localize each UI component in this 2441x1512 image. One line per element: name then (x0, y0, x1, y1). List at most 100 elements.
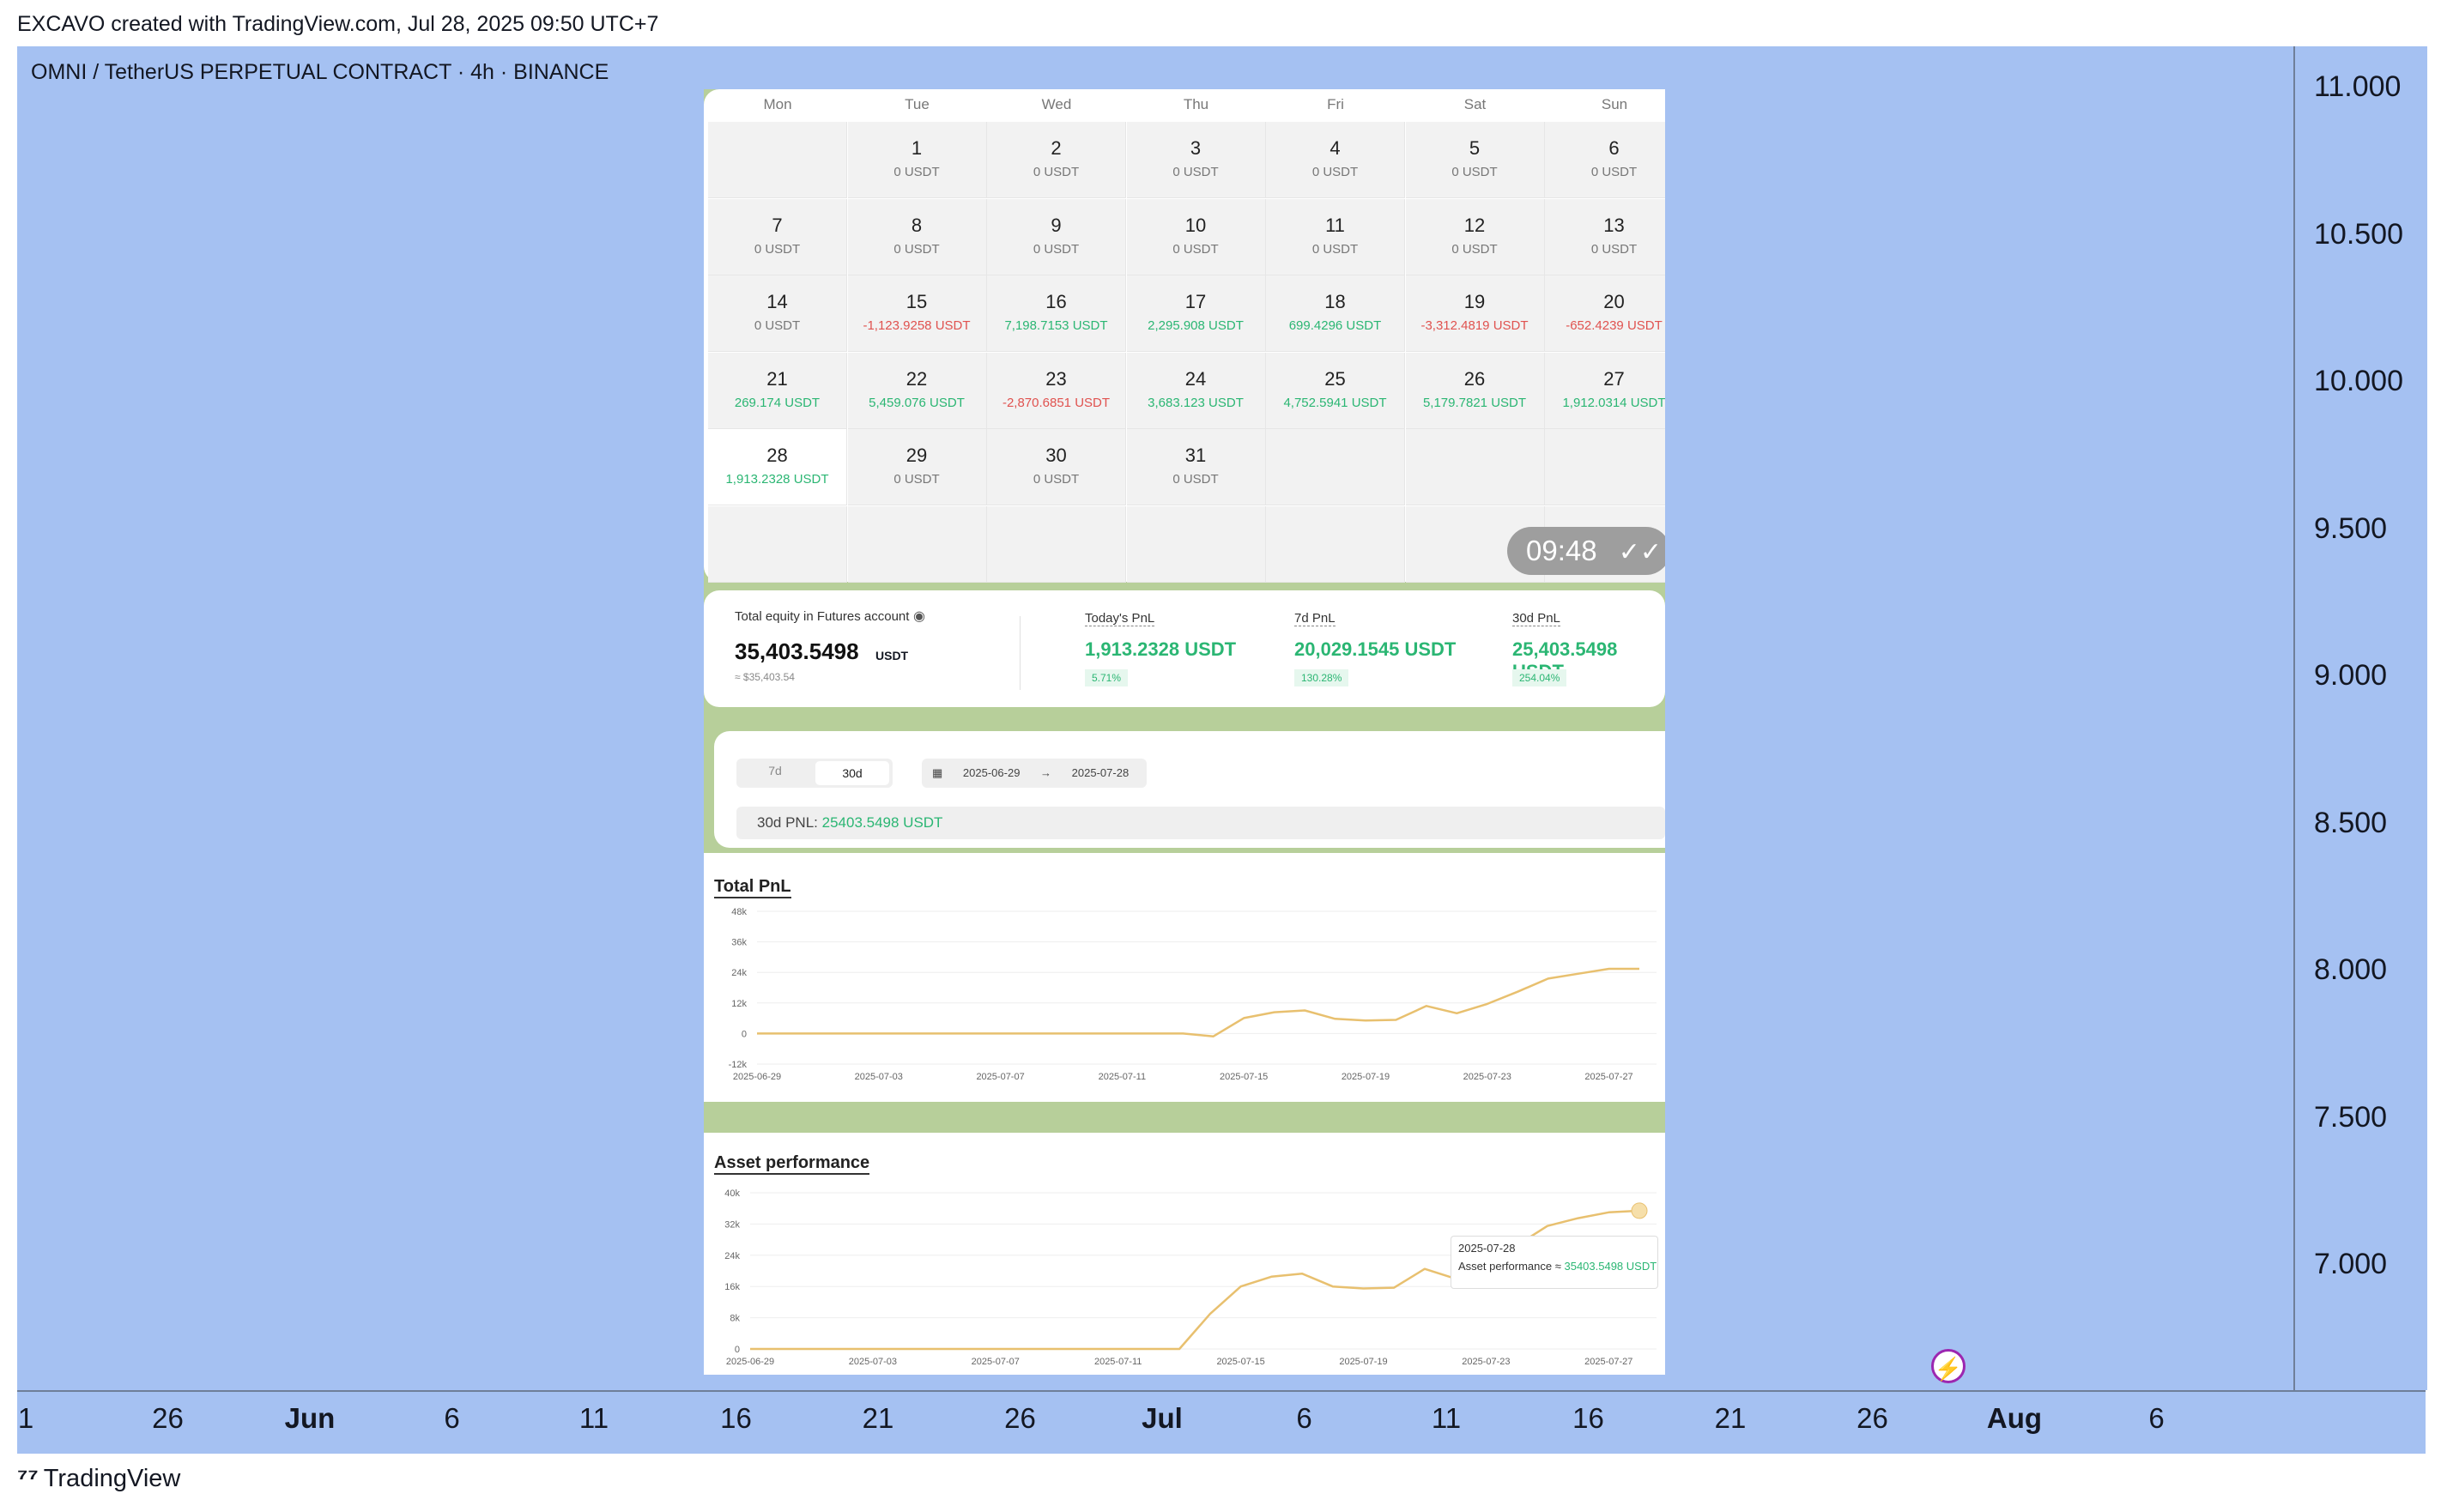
calendar-day[interactable]: 4 0 USDT (1266, 122, 1405, 198)
calendar-day[interactable]: 8 0 USDT (847, 198, 987, 275)
eye-icon[interactable]: ◉ (913, 608, 925, 625)
day-pnl: 0 USDT (1590, 241, 1638, 257)
calendar-day[interactable]: 3 0 USDT (1126, 122, 1266, 198)
period-7d[interactable]: 7d (738, 764, 812, 777)
calendar-day[interactable]: 30 0 USDT (987, 429, 1126, 505)
date-start: 2025-06-29 (962, 766, 1021, 779)
pnl-7d-percent: 130.28% (1294, 669, 1349, 686)
calendar-day[interactable]: 5 0 USDT (1405, 122, 1545, 198)
equity-unit: USDT (875, 649, 909, 662)
x-tick-label: 2025-07-03 (855, 1072, 903, 1082)
day-number: 23 (1045, 367, 1067, 390)
y-tick-label: 48k (731, 907, 747, 917)
calendar-day[interactable]: 29 0 USDT (847, 429, 987, 505)
calendar-day[interactable]: 22 5,459.076 USDT (847, 352, 987, 429)
calendar-empty-cell (708, 122, 847, 198)
day-pnl: 0 USDT (893, 472, 940, 487)
tradingview-logo[interactable]: ⁷⁷ TradingView (17, 1464, 180, 1493)
day-pnl: 7,198.7153 USDT (1004, 318, 1108, 333)
date-end: 2025-07-28 (1071, 766, 1130, 779)
calendar-empty-cell (1405, 429, 1545, 505)
calendar-day[interactable]: 28 1,913.2328 USDT (708, 429, 847, 505)
day-number: 20 (1603, 291, 1625, 312)
date-tick: 6 (444, 1402, 460, 1434)
period-30d[interactable]: 30d (815, 761, 889, 785)
attribution-text: EXCAVO created with TradingView.com, Jul… (17, 12, 659, 36)
x-tick-label: 2025-07-07 (976, 1072, 1024, 1082)
calendar-day[interactable]: 27 1,912.0314 USDT (1545, 352, 1665, 429)
day-pnl: -1,123.9258 USDT (863, 318, 971, 333)
calendar-day[interactable]: 15 -1,123.9258 USDT (847, 275, 987, 352)
time-axis[interactable]: 1 26 Jun 6 11 16 21 26 Jul 6 11 16 21 26 Aug 6 (17, 1390, 2426, 1454)
calendar-day[interactable]: 9 0 USDT (987, 198, 1126, 275)
chart-tooltip: 2025-07-28 Asset performance ≈ 35403.549… (1451, 1236, 1658, 1289)
day-pnl: 0 USDT (1172, 241, 1219, 257)
pnl-30d-label: 30d PnL (1512, 611, 1560, 626)
month-tick: Jun (284, 1402, 336, 1434)
pnl-calendar: Mon Tue Wed Thu Fri Sat Sun 1 0 USDT 2 0 USDT 3 0 US… (704, 89, 1665, 583)
date-tick: 21 (862, 1402, 894, 1434)
calendar-day[interactable]: 12 0 USDT (1405, 198, 1545, 275)
day-pnl: 2,295.908 USDT (1148, 318, 1244, 333)
price-tick: 11.000 (2314, 70, 2402, 103)
calendar-day[interactable]: 1 0 USDT (847, 122, 987, 198)
day-pnl: 4,752.5941 USDT (1283, 395, 1387, 410)
day-pnl: 5,459.076 USDT (869, 395, 965, 410)
x-tick-label: 2025-06-29 (733, 1072, 781, 1082)
symbol-title: OMNI / TetherUS PERPETUAL CONTRACT · 4h … (31, 60, 609, 84)
pnl-7d-label: 7d PnL (1294, 611, 1336, 626)
y-tick-label: 32k (724, 1219, 740, 1230)
y-tick-label: 24k (731, 968, 747, 978)
calendar-day[interactable]: 10 0 USDT (1126, 198, 1266, 275)
calendar-day[interactable]: 24 3,683.123 USDT (1126, 352, 1266, 429)
date-tick: 16 (1572, 1402, 1604, 1434)
day-pnl: 0 USDT (1311, 241, 1359, 257)
calendar-day[interactable]: 21 269.174 USDT (708, 352, 847, 429)
day-number: 18 (1324, 291, 1346, 312)
date-range-picker[interactable]: ▦ 2025-06-29 → 2025-07-28 (922, 759, 1147, 788)
calendar-day[interactable]: 18 699.4296 USDT (1266, 275, 1405, 352)
date-tick: 16 (720, 1402, 752, 1434)
calendar-day[interactable]: 11 0 USDT (1266, 198, 1405, 275)
weekday-header: Tue (905, 96, 930, 112)
day-number: 9 (1051, 214, 1062, 236)
y-tick-label: 12k (731, 999, 747, 1009)
day-number: 29 (906, 445, 928, 466)
calendar-day[interactable]: 20 -652.4239 USDT (1545, 275, 1665, 352)
date-tick: 26 (152, 1402, 184, 1434)
x-tick-label: 2025-07-19 (1339, 1357, 1387, 1367)
day-number: 11 (1325, 214, 1345, 236)
tooltip-label: Asset performance ≈ (1458, 1260, 1561, 1273)
range-filter-card: 7d 30d ▦ 2025-06-29 → 2025-07-28 30d PNL… (714, 731, 1665, 848)
day-pnl: 1,912.0314 USDT (1562, 395, 1665, 410)
price-tick: 7.500 (2314, 1100, 2388, 1134)
calendar-day[interactable]: 25 4,752.5941 USDT (1266, 352, 1405, 429)
day-number: 19 (1463, 291, 1486, 312)
calendar-day[interactable]: 6 0 USDT (1545, 122, 1665, 198)
day-pnl: 0 USDT (1033, 241, 1080, 257)
price-axis[interactable]: 11.000 10.500 10.000 9.500 9.000 8.500 8.000 7.… (2293, 46, 2427, 1390)
calendar-day[interactable]: 19 -3,312.4819 USDT (1405, 275, 1545, 352)
lightning-icon[interactable]: ⚡ (1931, 1349, 1966, 1383)
calendar-day[interactable]: 31 0 USDT (1126, 429, 1266, 505)
period-toggle[interactable]: 7d 30d (736, 759, 893, 788)
period-pnl-label: 30d PNL: (757, 814, 818, 831)
calendar-day[interactable]: 7 0 USDT (708, 198, 847, 275)
weekday-header: Thu (1183, 96, 1209, 112)
calendar-day[interactable]: 16 7,198.7153 USDT (987, 275, 1126, 352)
calendar-day[interactable]: 17 2,295.908 USDT (1126, 275, 1266, 352)
x-tick-label: 2025-07-15 (1216, 1357, 1264, 1367)
double-check-icon: ✓✓ (1618, 538, 1663, 566)
y-tick-label: 40k (724, 1188, 740, 1199)
date-tick: 21 (1714, 1402, 1747, 1434)
calendar-day[interactable]: 2 0 USDT (987, 122, 1126, 198)
day-pnl: 0 USDT (1033, 472, 1080, 487)
month-tick: Jul (1142, 1402, 1183, 1434)
date-tick: 6 (1296, 1402, 1312, 1434)
day-number: 5 (1469, 137, 1481, 159)
calendar-day[interactable]: 23 -2,870.6851 USDT (987, 352, 1126, 429)
calendar-day[interactable]: 26 5,179.7821 USDT (1405, 352, 1545, 429)
day-pnl: -3,312.4819 USDT (1420, 318, 1529, 333)
calendar-day[interactable]: 14 0 USDT (708, 275, 847, 352)
calendar-day[interactable]: 13 0 USDT (1545, 198, 1665, 275)
